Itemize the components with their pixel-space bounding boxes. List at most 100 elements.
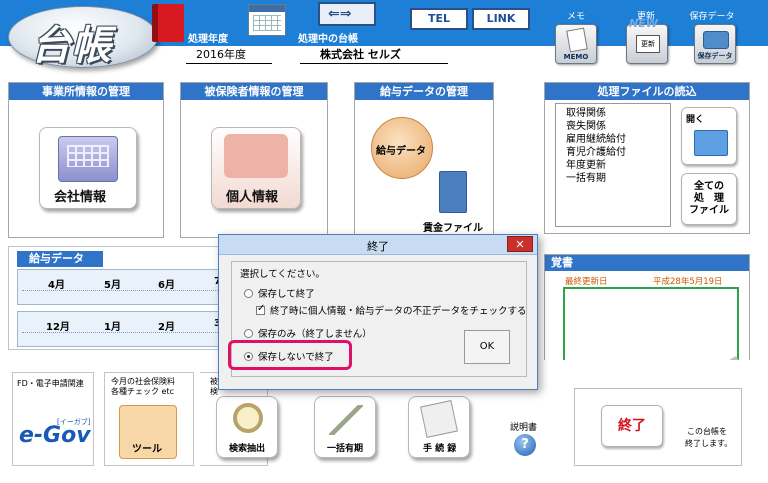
- switch-ledger-button[interactable]: ⇐⇒: [318, 2, 376, 26]
- partial-caption-1: 被: [210, 377, 218, 386]
- list-item[interactable]: 喪失関係: [566, 120, 670, 133]
- file-list[interactable]: 取得関係 喪失関係 雇用継続給付 育児介護給付 年度更新 一括有期: [555, 103, 671, 227]
- people-icon: [224, 134, 288, 178]
- salary-row-2: 12月 1月 2月 3: [17, 311, 239, 347]
- salary-panel: 給与データ 4月 5月 6月 7 12月 1月 2月 3: [8, 246, 239, 350]
- option-save-exit-radio[interactable]: [244, 289, 253, 298]
- save-icon-text: 保存データ: [697, 52, 733, 60]
- period-label: 処理年度: [188, 34, 228, 45]
- list-item[interactable]: 育児介護給付: [566, 146, 670, 159]
- shovel-icon: [329, 405, 363, 435]
- current-ledger-label: 処理中の台帳: [298, 34, 358, 45]
- month-12[interactable]: 12月: [46, 318, 70, 333]
- wage-file-icon[interactable]: [439, 171, 467, 213]
- procedure-log-label: 手 続 録: [423, 444, 457, 454]
- logo-text: 台帳: [31, 22, 111, 69]
- files-panel-title: 処理ファイルの読込: [545, 83, 749, 100]
- link-button[interactable]: LINK: [472, 8, 530, 30]
- ok-button[interactable]: OK: [464, 330, 510, 364]
- payroll-data-button[interactable]: 給与データ: [371, 117, 433, 179]
- data-check-checkbox[interactable]: ✓: [256, 303, 266, 315]
- magnifier-icon: [233, 403, 263, 433]
- all-files-line-3: ファイル: [689, 205, 729, 216]
- ledger-book-icon: [152, 4, 184, 42]
- building-icon: [58, 136, 118, 182]
- exit-note-2: 終了します。: [685, 439, 733, 448]
- month-4[interactable]: 4月: [48, 276, 65, 291]
- month-5[interactable]: 5月: [104, 276, 121, 291]
- bulk-period-button[interactable]: 一括有期: [314, 396, 376, 458]
- list-item[interactable]: 年度更新: [566, 159, 670, 172]
- memo-pad-icon: [566, 27, 588, 53]
- row-divider: [22, 332, 238, 333]
- search-extract-button[interactable]: 検索抽出: [216, 396, 278, 458]
- salary-panel-title: 給与データ: [17, 251, 103, 267]
- exit-button[interactable]: 終了: [601, 405, 663, 447]
- calendar-icon[interactable]: [248, 4, 286, 36]
- fiscal-year: 2016年度: [186, 46, 272, 64]
- personal-info-button[interactable]: 個人情報: [211, 127, 301, 209]
- tools-caption-1: 今月の社会保険料: [111, 377, 175, 386]
- data-check-label[interactable]: 終了時に個人情報・給与データの不正データをチェックする: [270, 303, 527, 317]
- memo-button[interactable]: MEMO: [555, 24, 597, 64]
- egov-caption: FD・電子申請関連: [17, 379, 84, 388]
- help-icon[interactable]: ?: [514, 434, 536, 456]
- memo-icon-text: MEMO: [563, 53, 589, 61]
- memo-text-area[interactable]: [563, 287, 739, 371]
- manual-label: 説明書: [510, 423, 538, 433]
- list-item[interactable]: 雇用継続給付: [566, 133, 670, 146]
- selection-highlight-frame: [228, 340, 352, 370]
- files-panel: 処理ファイルの読込 取得関係 喪失関係 雇用継続給付 育児介護給付 年度更新 一…: [544, 82, 750, 234]
- folder-icon: [694, 130, 728, 156]
- memo-panel-title: 覚書: [545, 255, 749, 271]
- tools-caption-2: 各種チェック etc: [111, 387, 174, 396]
- all-files-line-2: 処 理: [694, 193, 724, 204]
- egov-ruby: [イーガブ]: [57, 418, 91, 426]
- open-label: 開く: [686, 115, 705, 125]
- company-info-button[interactable]: 会社情報: [39, 127, 137, 209]
- bulk-period-label: 一括有期: [327, 444, 364, 454]
- list-item[interactable]: 一括有期: [566, 172, 670, 185]
- close-icon[interactable]: ✕: [507, 236, 533, 252]
- partial-caption-2: 検: [210, 387, 218, 396]
- insured-panel-title: 被保険者情報の管理: [181, 83, 327, 100]
- payroll-panel: 給与データの管理 給与データ 賃金ファイル: [354, 82, 494, 238]
- company-name: 株式会社 セルズ: [300, 46, 448, 64]
- company-info-label: 会社情報: [54, 190, 107, 205]
- personal-info-label: 個人情報: [226, 190, 279, 205]
- app-window: 台帳 処理年度 ⇐⇒ 処理中の台帳 TEL LINK メモ 更新 保存データ M…: [0, 0, 768, 483]
- tools-label: ツール: [132, 444, 162, 455]
- office-panel-title: 事業所情報の管理: [9, 83, 163, 100]
- checkmark-icon: ✓: [257, 303, 266, 314]
- exit-note-1: この台帳を: [687, 427, 727, 436]
- document-icon: [420, 400, 458, 438]
- tools-tile[interactable]: 今月の社会保険料 各種チェック etc ツール: [104, 372, 194, 466]
- switch-arrows-icon: ⇐⇒: [328, 6, 352, 22]
- option-save-only-radio[interactable]: [244, 329, 253, 338]
- list-item[interactable]: 取得関係: [566, 107, 670, 120]
- last-updated-value: 平成28年5月19日: [653, 277, 723, 287]
- all-files-line-1: 全ての: [694, 181, 724, 192]
- month-1[interactable]: 1月: [104, 318, 121, 333]
- month-6[interactable]: 6月: [158, 276, 175, 291]
- procedure-log-button[interactable]: 手 続 録: [408, 396, 470, 458]
- new-badge: NEW: [629, 17, 658, 30]
- save-caption: 保存データ: [689, 12, 735, 22]
- egov-tile[interactable]: FD・電子申請関連 e-Gov [イーガブ]: [12, 372, 94, 466]
- open-file-button[interactable]: 開く: [681, 107, 737, 165]
- all-files-button[interactable]: 全ての 処 理 ファイル: [681, 173, 737, 225]
- wage-file-label[interactable]: 賃金ファイル: [423, 219, 483, 234]
- row-divider: [22, 290, 238, 291]
- month-2[interactable]: 2月: [158, 318, 175, 333]
- dialog-title: 終了: [367, 240, 389, 253]
- office-panel: 事業所情報の管理 会社情報: [8, 82, 164, 238]
- tel-button[interactable]: TEL: [410, 8, 468, 30]
- update-sheet-icon: 更新: [636, 35, 660, 53]
- insured-panel: 被保険者情報の管理 個人情報: [180, 82, 328, 238]
- save-data-button[interactable]: 保存データ: [694, 24, 736, 64]
- option-save-exit-label[interactable]: 保存して終了: [258, 286, 315, 300]
- update-button[interactable]: NEW 更新: [626, 17, 668, 64]
- option-save-only-label[interactable]: 保存のみ（終了しません）: [258, 326, 372, 340]
- tools-button[interactable]: ツール: [119, 405, 177, 459]
- app-logo: 台帳: [8, 6, 158, 69]
